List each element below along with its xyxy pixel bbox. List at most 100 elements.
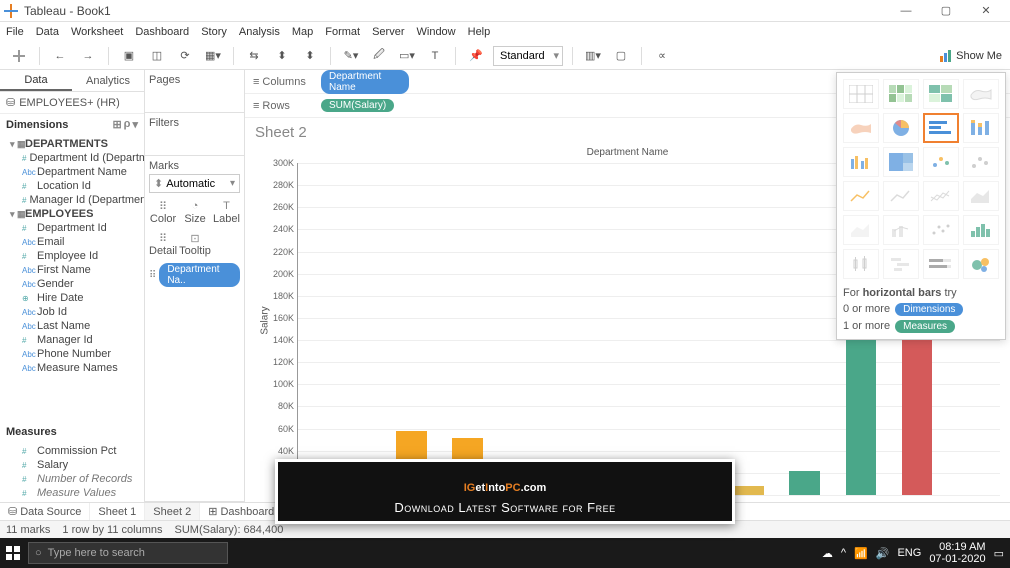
menu-format[interactable]: Format [325,26,360,38]
tray-wifi-icon[interactable]: 📶 [854,547,868,560]
tray-chevron-icon[interactable]: ^ [841,547,846,559]
tray-sound-icon[interactable]: 🔊 [876,547,890,560]
bar[interactable] [902,325,933,495]
sm-symbol-map[interactable] [963,79,999,109]
highlight-icon[interactable]: ✎▾ [340,45,362,67]
sm-dual-combo[interactable] [883,215,919,245]
field-manager-id-dep[interactable]: #Manager Id (Departments) [0,193,144,207]
sm-pie[interactable] [883,113,919,143]
marks-pill[interactable]: ⠿Department Na.. [149,263,240,287]
datasource-row[interactable]: ⛁EMPLOYEES+ (HR) [0,92,144,114]
totals-icon[interactable]: ▭▾ [396,45,418,67]
menu-map[interactable]: Map [292,26,313,38]
measure-commission-pct[interactable]: #Commission Pct [0,444,144,458]
sm-scatter[interactable] [923,215,959,245]
filters-card[interactable]: Filters [145,113,244,156]
menu-story[interactable]: Story [201,26,227,38]
marks-detail[interactable]: ⠿Detail [149,229,177,259]
fit-select[interactable]: Standard [493,46,563,66]
pages-card[interactable]: Pages [145,70,244,113]
sm-line-disc[interactable] [883,181,919,211]
presentation-icon[interactable]: ▢ [610,45,632,67]
field-first-name[interactable]: AbcFirst Name [0,263,144,277]
taskbar-search[interactable]: ○Type here to search [28,542,228,564]
menu-worksheet[interactable]: Worksheet [71,26,123,38]
field-hire-date[interactable]: ⊕Hire Date [0,291,144,305]
sort-asc-icon[interactable]: ⬍ [271,45,293,67]
field-department-id[interactable]: #Department Id [0,221,144,235]
close-button[interactable]: ✕ [966,1,1006,21]
group-icon[interactable]: 🖉 [368,45,390,67]
menu-file[interactable]: File [6,26,24,38]
sm-area-cont[interactable] [963,181,999,211]
sort-desc-icon[interactable]: ⬍ [299,45,321,67]
view-icon[interactable]: ⊞ [112,118,121,131]
tray-notifications-icon[interactable]: ▭ [994,547,1004,560]
save-icon[interactable]: ▣ [118,45,140,67]
maximize-button[interactable]: ▢ [926,1,966,21]
sm-histogram[interactable] [963,215,999,245]
sm-side-circle[interactable] [963,147,999,177]
field-department-name[interactable]: AbcDepartment Name [0,165,144,179]
sm-line-cont[interactable] [843,181,879,211]
field-last-name[interactable]: AbcLast Name [0,319,144,333]
marks-label[interactable]: TLabel [213,197,240,227]
new-worksheet-icon[interactable]: ▦▾ [202,45,224,67]
new-datasource-icon[interactable]: ◫ [146,45,168,67]
tab-sheet1[interactable]: Sheet 1 [90,503,145,520]
menu-data[interactable]: Data [36,26,59,38]
share-icon[interactable]: ∝ [651,45,673,67]
sm-stacked-bar[interactable] [963,113,999,143]
menu-icon[interactable]: ▾ [132,118,138,131]
refresh-icon[interactable]: ⟳ [174,45,196,67]
menu-help[interactable]: Help [468,26,491,38]
tableau-icon[interactable] [8,45,30,67]
tab-data-source[interactable]: ⛁Data Source [0,503,90,520]
tab-data[interactable]: Data [0,70,72,91]
measure-number-of-records[interactable]: #Number of Records [0,472,144,486]
sm-bullet[interactable] [923,249,959,279]
sm-heat-map[interactable] [883,79,919,109]
marks-tooltip[interactable]: ⊡Tooltip [179,229,211,259]
sm-highlight-table[interactable] [923,79,959,109]
tab-sheet2[interactable]: Sheet 2 [145,503,200,520]
tray-onedrive-icon[interactable]: ☁ [822,547,833,560]
redo-icon[interactable]: → [77,45,99,67]
field-email[interactable]: AbcEmail [0,235,144,249]
start-button[interactable] [6,546,20,560]
labels-icon[interactable]: T [424,45,446,67]
table-departments[interactable]: ▾ ▦DEPARTMENTS [0,137,144,151]
menu-window[interactable]: Window [417,26,456,38]
pin-icon[interactable]: 📌 [465,45,487,67]
minimize-button[interactable]: — [886,1,926,21]
sm-circle-views[interactable] [923,147,959,177]
marks-size[interactable]: ◔Size [179,197,211,227]
sm-area-disc[interactable] [843,215,879,245]
field-manager-id[interactable]: #Manager Id [0,333,144,347]
field-phone-number[interactable]: AbcPhone Number [0,347,144,361]
undo-icon[interactable]: ← [49,45,71,67]
field-gender[interactable]: AbcGender [0,277,144,291]
marks-color[interactable]: ⠿Color [149,197,177,227]
marks-type-select[interactable]: ⬍Automatic [149,174,240,193]
tray-lang[interactable]: ENG [897,547,921,559]
tray-clock[interactable]: 08:19 AM07-01-2020 [929,541,985,565]
sm-gantt[interactable] [883,249,919,279]
measure-salary[interactable]: #Salary [0,458,144,472]
menu-dashboard[interactable]: Dashboard [135,26,189,38]
measure-values[interactable]: #Measure Values [0,486,144,500]
swap-icon[interactable]: ⇆ [243,45,265,67]
menu-analysis[interactable]: Analysis [239,26,280,38]
sm-filled-map[interactable] [843,113,879,143]
rows-pill[interactable]: SUM(Salary) [321,99,394,112]
menu-server[interactable]: Server [372,26,404,38]
sm-dual-line[interactable] [923,181,959,211]
sm-box-plot[interactable] [843,249,879,279]
field-department-id-dep[interactable]: #Department Id (Departm.. [0,151,144,165]
sm-treemap[interactable] [883,147,919,177]
tab-analytics[interactable]: Analytics [72,70,144,91]
showhide-icon[interactable]: ▥▾ [582,45,604,67]
sm-horizontal-bar[interactable] [923,113,959,143]
search-icon[interactable]: ρ [124,118,131,131]
sm-text-table[interactable] [843,79,879,109]
